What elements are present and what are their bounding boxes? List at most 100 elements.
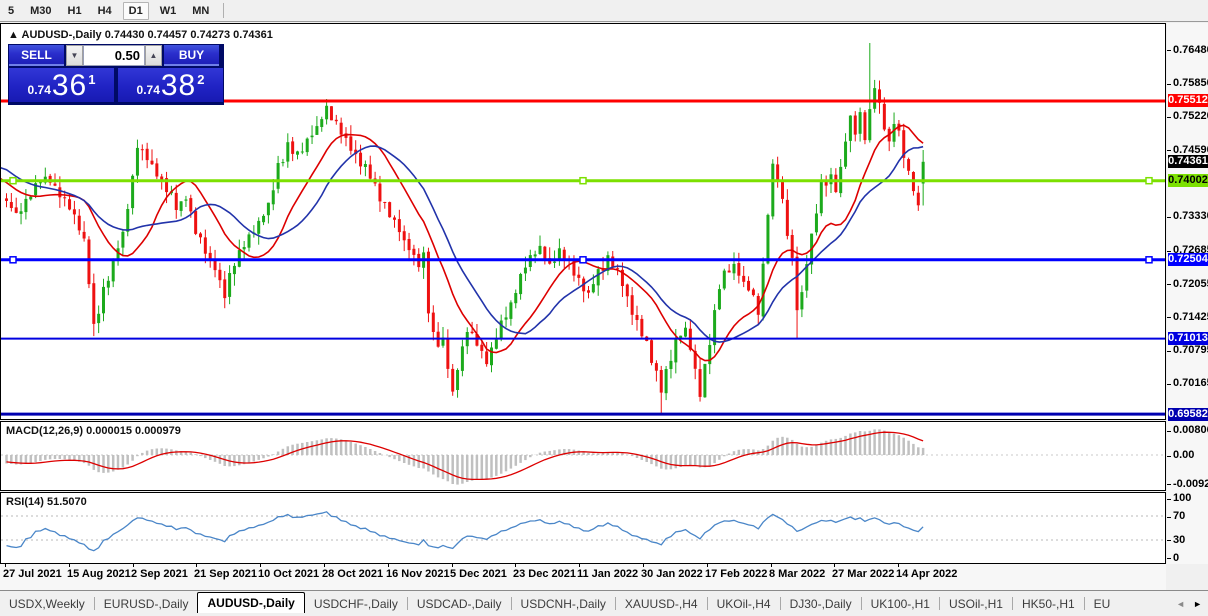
date-axis-label: 11 Jan 2022 xyxy=(577,568,639,580)
chart-tab-usdchf-daily[interactable]: USDCHF-,Daily xyxy=(305,595,407,613)
buy-price-button[interactable]: 0.74 38 2 xyxy=(118,68,223,102)
chart-tab-bar: USDX,Weekly EURUSD-,Daily AUDUSD-,Daily USD… xyxy=(0,590,1208,613)
price-axis-tick xyxy=(1167,384,1171,385)
toolbar-separator xyxy=(223,3,225,18)
timeframe-button-m30[interactable]: M30 xyxy=(25,3,56,19)
rsi-axis-tick xyxy=(1167,558,1171,559)
chart-tab-ukoil-h4[interactable]: UKOil-,H4 xyxy=(708,595,780,613)
date-axis-label: 17 Feb 2022 xyxy=(705,568,768,580)
chart-tab-hk50-h1[interactable]: HK50-,H1 xyxy=(1013,595,1084,613)
price-axis-label: 0.75850 xyxy=(1173,77,1208,89)
chart-tab-eu[interactable]: EU xyxy=(1085,595,1120,613)
date-axis-tick xyxy=(5,564,6,567)
tab-scroll-right-icon[interactable]: ► xyxy=(1193,598,1202,610)
rsi-axis-label: 0 xyxy=(1173,552,1180,564)
lower-support-price-badge: 0.69582 xyxy=(1168,408,1208,421)
price-axis-tick xyxy=(1167,284,1171,285)
macd-axis-tick xyxy=(1167,431,1171,432)
date-axis-tick xyxy=(515,564,516,567)
chart-tab-dj30-daily[interactable]: DJ30-,Daily xyxy=(781,595,861,613)
green-support-line-handle[interactable] xyxy=(9,176,17,185)
date-axis-tick xyxy=(133,564,134,567)
rsi-axis-label: 70 xyxy=(1173,510,1186,522)
macd-axis-tick xyxy=(1167,484,1171,485)
ma-fast-red xyxy=(1,124,924,362)
date-axis-label: 16 Nov 2021 xyxy=(386,568,450,580)
support-price-badge: 0.71013 xyxy=(1168,332,1208,345)
date-axis-tick xyxy=(898,564,899,567)
macd-axis-label: 0.00 xyxy=(1173,449,1195,461)
date-axis-tick xyxy=(388,564,389,567)
green-line-price-badge: 0.74002 xyxy=(1168,174,1208,187)
date-axis-label: 30 Jan 2022 xyxy=(641,568,703,580)
price-axis[interactable]: 0.764800.758500.752200.745900.733300.726… xyxy=(1167,23,1208,564)
chart-tab-usdx-weekly[interactable]: USDX,Weekly xyxy=(0,595,94,613)
date-axis-tick xyxy=(452,564,453,567)
date-axis-label: 14 Apr 2022 xyxy=(896,568,958,580)
macd-signal-line xyxy=(6,431,924,481)
timeframe-button-5[interactable]: 5 xyxy=(3,3,19,19)
date-axis[interactable]: 27 Jul 2021 15 Aug 2021 2 Sep 2021 21 Sep 2… xyxy=(0,564,1166,590)
timeframe-button-mn[interactable]: MN xyxy=(187,3,214,19)
tab-scroll-buttons: ◄ ► xyxy=(1172,598,1208,613)
blue-mid-line-handle[interactable] xyxy=(579,256,587,264)
timeframe-button-w1[interactable]: W1 xyxy=(155,3,182,19)
volume-input[interactable] xyxy=(83,45,145,66)
price-axis-label: 0.76480 xyxy=(1173,44,1208,56)
blue-mid-line[interactable] xyxy=(1,256,1165,264)
price-axis-tick xyxy=(1167,351,1171,352)
macd-axis-label: 0.008061 xyxy=(1173,424,1208,436)
chart-tab-usdcnh-daily[interactable]: USDCNH-,Daily xyxy=(512,595,615,613)
sell-button[interactable]: SELL xyxy=(9,45,64,66)
date-axis-tick xyxy=(260,564,261,567)
rsi-panel[interactable] xyxy=(0,492,1166,564)
sell-price-pips: 36 xyxy=(51,69,88,102)
chart-ohlc-values: 0.74430 0.74457 0.74273 0.74361 xyxy=(104,29,273,41)
last-price-badge: 0.74361 xyxy=(1168,155,1208,168)
buy-price-prefix: 0.74 xyxy=(136,83,160,97)
rsi-axis-label: 30 xyxy=(1173,534,1186,546)
timeframe-button-h1[interactable]: H1 xyxy=(63,3,87,19)
collapse-arrow-icon[interactable]: ▲ xyxy=(8,29,19,41)
chart-tab-usoil-h1[interactable]: USOil-,H1 xyxy=(940,595,1012,613)
macd-axis-tick xyxy=(1167,456,1171,457)
date-axis-tick xyxy=(196,564,197,567)
rsi-axis-tick xyxy=(1167,540,1171,541)
date-axis-label: 21 Sep 2021 xyxy=(194,568,257,580)
timeframe-button-h4[interactable]: H4 xyxy=(93,3,117,19)
volume-increase-button[interactable]: ▲ xyxy=(145,45,162,66)
price-axis-tick xyxy=(1167,251,1171,252)
green-support-line-handle[interactable] xyxy=(1145,176,1153,185)
date-axis-tick xyxy=(69,564,70,567)
price-axis-label: 0.72055 xyxy=(1173,278,1208,290)
price-axis-label: 0.73330 xyxy=(1173,210,1208,222)
blue-mid-line-handle[interactable] xyxy=(9,256,17,264)
blue-mid-line-handle[interactable] xyxy=(1145,256,1153,264)
date-axis-tick xyxy=(324,564,325,567)
buy-button[interactable]: BUY xyxy=(164,45,219,66)
mt4-terminal: 5 M30 H1 H4 D1 W1 MN ▲ AUDUSD-,Daily 0.74430 0… xyxy=(0,0,1208,616)
date-axis-label: 27 Jul 2021 xyxy=(3,568,62,580)
timeframe-button-d1[interactable]: D1 xyxy=(122,1,149,20)
rsi-axis-tick xyxy=(1167,517,1171,518)
resistance-price-badge: 0.75512 xyxy=(1168,94,1208,107)
date-axis-tick xyxy=(834,564,835,567)
chart-tab-eurusd-daily[interactable]: EURUSD-,Daily xyxy=(95,595,198,613)
chart-tab-audusd-daily[interactable]: AUDUSD-,Daily xyxy=(197,592,305,613)
sell-price-button[interactable]: 0.74 36 1 xyxy=(9,68,114,102)
price-axis-label: 0.71425 xyxy=(1173,311,1208,323)
volume-decrease-button[interactable]: ▼ xyxy=(66,45,83,66)
green-support-line-handle[interactable] xyxy=(579,176,587,185)
date-axis-label: 23 Dec 2021 xyxy=(513,568,576,580)
blue-line-price-badge: 0.72504 xyxy=(1168,253,1208,266)
rsi-chart xyxy=(1,511,1165,552)
chart-tab-xauusd-h4[interactable]: XAUUSD-,H4 xyxy=(616,595,707,613)
price-axis-tick xyxy=(1167,117,1171,118)
chart-tab-uk100-h1[interactable]: UK100-,H1 xyxy=(862,595,939,613)
buy-price-point: 2 xyxy=(197,72,205,87)
tab-scroll-left-icon[interactable]: ◄ xyxy=(1176,598,1185,610)
price-axis-label: 0.75220 xyxy=(1173,110,1208,122)
chart-tab-usdcad-daily[interactable]: USDCAD-,Daily xyxy=(408,595,511,613)
chart-title: ▲ AUDUSD-,Daily 0.74430 0.74457 0.74273 … xyxy=(8,29,273,41)
green-support-line[interactable] xyxy=(1,176,1165,185)
